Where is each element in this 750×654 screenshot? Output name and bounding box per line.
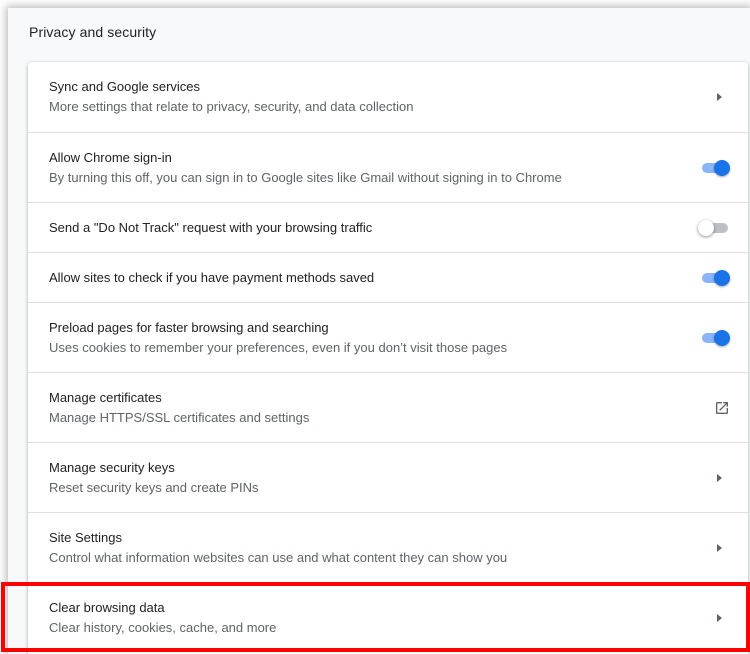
chevron-right-icon[interactable] [717, 613, 730, 622]
row-label: Sync and Google services [49, 79, 201, 94]
privacy-card: Sync and Google services More settings t… [28, 62, 748, 654]
payment-methods-toggle[interactable] [698, 268, 730, 288]
row-payment-methods: Allow sites to check if you have payment… [28, 252, 748, 302]
preload-pages-toggle[interactable] [698, 328, 730, 348]
row-preload-pages: Preload pages for faster browsing and se… [28, 302, 748, 372]
row-allow-chrome-sign-in: Allow Chrome sign-in By turning this off… [28, 132, 748, 202]
row-clear-browsing-data[interactable]: Clear browsing data Clear history, cooki… [28, 582, 748, 652]
row-label: Allow sites to check if you have payment… [49, 269, 375, 285]
chevron-right-icon[interactable] [717, 473, 730, 482]
row-manage-certificates[interactable]: Manage certificates Manage HTTPS/SSL cer… [28, 372, 748, 442]
row-sublabel: Manage HTTPS/SSL certificates and settin… [49, 409, 310, 425]
row-sublabel: Uses cookies to remember your preference… [49, 339, 508, 355]
row-label: Send a "Do Not Track" request with your … [49, 219, 373, 235]
row-label: Preload pages for faster browsing and se… [49, 319, 329, 335]
row-label: Site Settings [49, 529, 122, 545]
chevron-right-icon[interactable] [717, 543, 730, 552]
settings-panel: Privacy and security Sync and Google ser… [8, 8, 750, 654]
do-not-track-toggle[interactable] [698, 218, 730, 238]
row-sync-and-google-services[interactable]: Sync and Google services More settings t… [28, 62, 748, 132]
open-in-new-icon[interactable] [714, 400, 730, 416]
row-label: Manage security keys [49, 459, 175, 475]
row-label: Clear browsing data [49, 599, 165, 615]
row-label: Allow Chrome sign-in [49, 149, 172, 165]
row-manage-security-keys[interactable]: Manage security keys Reset security keys… [28, 442, 748, 512]
row-site-settings[interactable]: Site Settings Control what information w… [28, 512, 748, 582]
row-do-not-track: Send a "Do Not Track" request with your … [28, 202, 748, 252]
row-sublabel: More settings that relate to privacy, se… [49, 99, 414, 114]
row-label: Manage certificates [49, 389, 162, 405]
section-title: Privacy and security [29, 24, 157, 40]
row-sublabel: Clear history, cookies, cache, and more [49, 619, 277, 635]
row-sublabel: By turning this off, you can sign in to … [49, 169, 562, 185]
row-sublabel: Control what information websites can us… [49, 549, 508, 565]
chevron-right-icon[interactable] [717, 93, 730, 101]
row-sublabel: Reset security keys and create PINs [49, 479, 259, 495]
sign-in-toggle[interactable] [698, 158, 730, 178]
